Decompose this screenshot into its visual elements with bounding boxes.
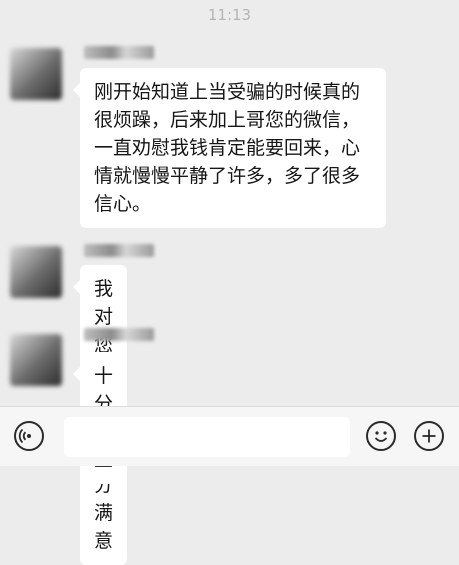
sender-avatar[interactable] bbox=[10, 334, 62, 386]
message-bubble[interactable]: 刚开始知道上当受骗的时候真的很烦躁，后来加上哥您的微信，一直劝慰我钱肯定能要回来… bbox=[73, 68, 386, 228]
emoji-icon[interactable] bbox=[366, 421, 396, 451]
sender-avatar[interactable] bbox=[10, 48, 62, 100]
message-input[interactable] bbox=[64, 417, 350, 457]
sender-name bbox=[84, 244, 154, 257]
sender-name bbox=[84, 46, 154, 59]
sender-avatar[interactable] bbox=[10, 246, 62, 298]
sender-name bbox=[84, 328, 154, 341]
chat-input-bar bbox=[0, 406, 459, 466]
plus-icon[interactable] bbox=[414, 421, 444, 451]
voice-icon[interactable] bbox=[14, 421, 44, 451]
message-timestamp: 11:13 bbox=[207, 6, 252, 24]
